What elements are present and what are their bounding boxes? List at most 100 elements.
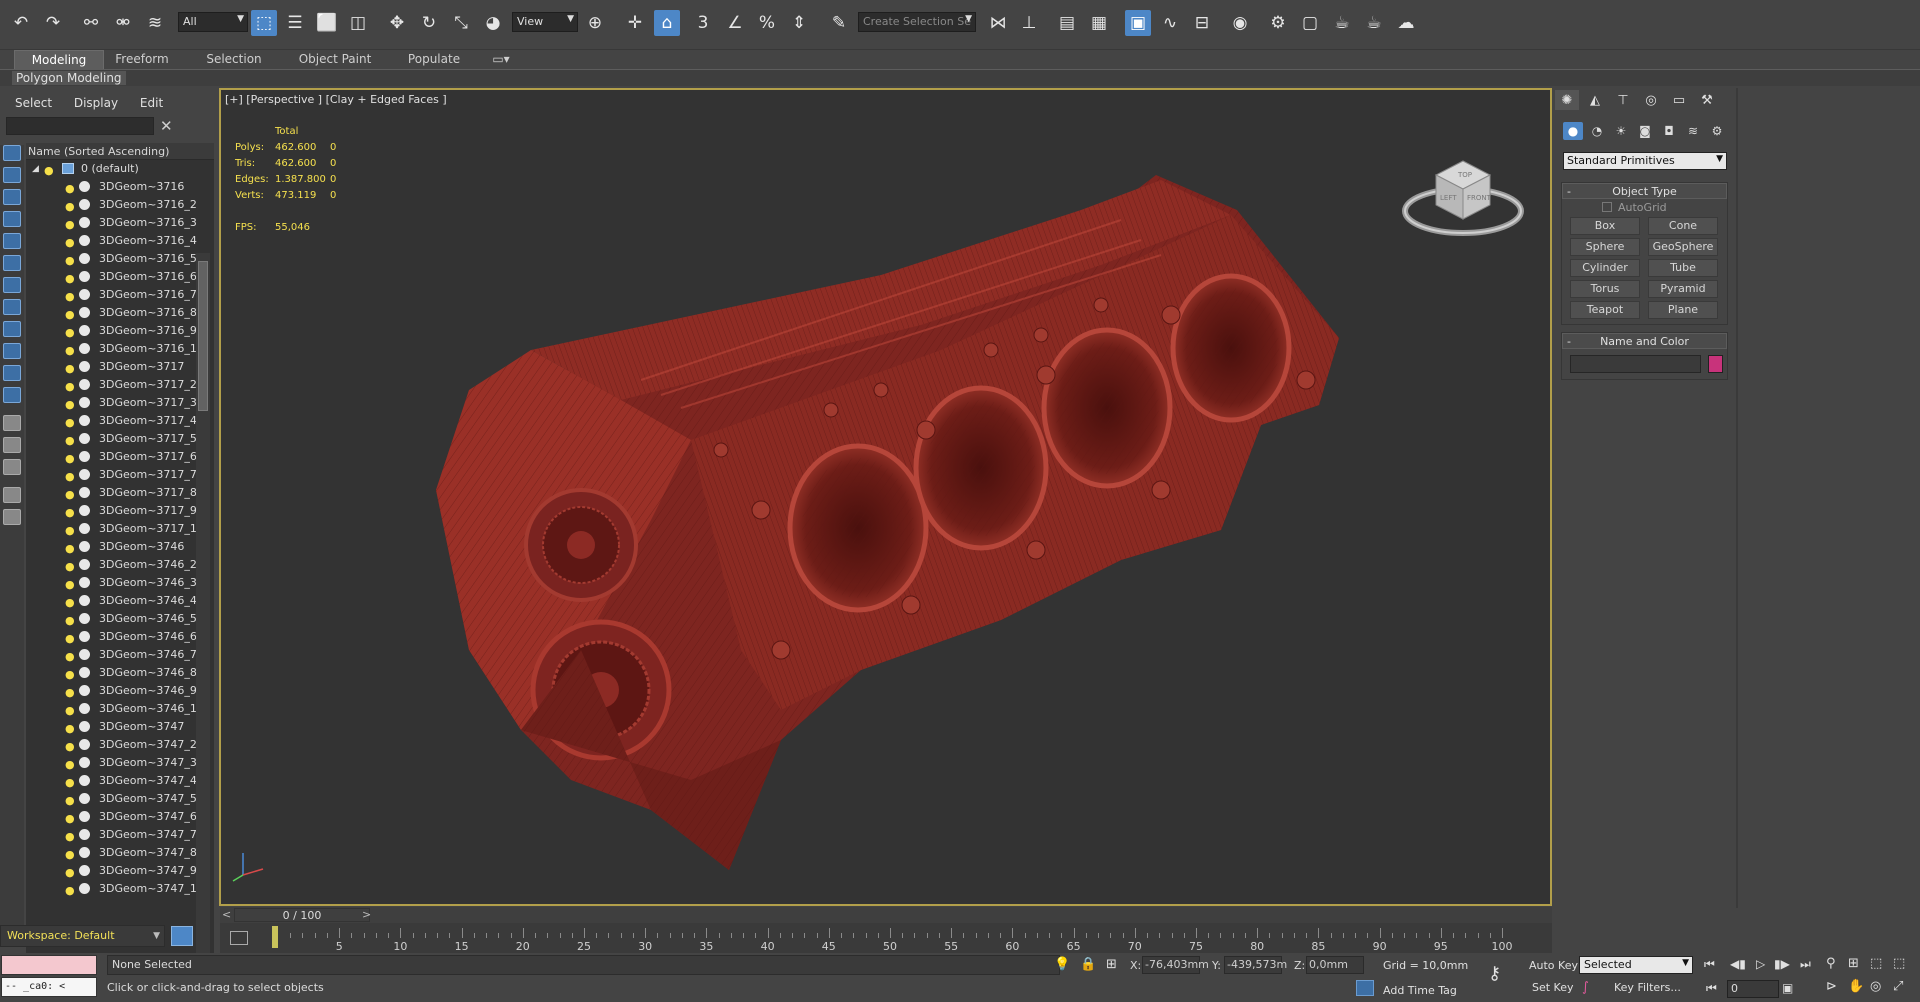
schematic-view-icon[interactable]: ⊟ <box>1189 10 1215 36</box>
spinner-snap-icon[interactable]: ⇕ <box>786 10 812 36</box>
list-item[interactable]: ● 3DGeom~3747_6 <box>26 808 214 826</box>
scene-explorer-icon[interactable]: ▣ <box>1125 10 1151 36</box>
list-item[interactable]: ● 3DGeom~3746 <box>26 538 214 556</box>
reference-coordinate-dropdown[interactable]: View ▼ <box>512 12 578 32</box>
list-item[interactable]: ● 3DGeom~3746_7 <box>26 646 214 664</box>
name-column-header[interactable]: Name (Sorted Ascending) <box>26 143 214 160</box>
zoom-all-icon[interactable]: ⊞ <box>1848 956 1859 971</box>
tab-modify-icon[interactable]: ◭ <box>1583 90 1607 110</box>
add-time-tag[interactable]: Add Time Tag <box>1383 984 1457 997</box>
tube-button[interactable]: Tube <box>1648 259 1718 277</box>
list-item[interactable]: ● 3DGeom~3716_4 <box>26 232 214 250</box>
tab-motion-icon[interactable]: ◎ <box>1639 90 1663 110</box>
current-frame-marker[interactable] <box>272 926 278 948</box>
list-item[interactable]: ● 3DGeom~3717_7 <box>26 466 214 484</box>
default-tangent-icon[interactable]: ∫ <box>1582 980 1589 995</box>
list-item[interactable]: ● 3DGeom~3717_10 <box>26 520 214 538</box>
clear-search-icon[interactable]: ✕ <box>160 117 173 135</box>
y-coordinate-field[interactable]: -439,573m <box>1224 956 1287 974</box>
menu-select[interactable]: Select <box>15 96 52 110</box>
list-item[interactable]: ● 3DGeom~3716_3 <box>26 214 214 232</box>
tab-create-icon[interactable]: ✺ <box>1555 90 1579 110</box>
find-icon[interactable] <box>3 509 21 525</box>
percent-snap-icon[interactable]: % <box>754 10 780 36</box>
previous-frame-icon[interactable]: ◀▮ <box>1730 957 1746 971</box>
auto-key-button[interactable]: Auto Key <box>1529 959 1578 972</box>
sphere-button[interactable]: Sphere <box>1570 238 1640 256</box>
go-to-start-icon[interactable]: ⏮ <box>1704 957 1715 972</box>
pivot-center-icon[interactable]: ⊕ <box>582 10 608 36</box>
current-frame-field[interactable]: 0 <box>1727 980 1779 998</box>
link-icon[interactable]: ⚯ <box>78 10 104 36</box>
list-item[interactable]: ● 3DGeom~3716_2 <box>26 196 214 214</box>
display-frozen-icon[interactable] <box>3 387 21 403</box>
list-item[interactable]: ● 3DGeom~3716_7 <box>26 286 214 304</box>
tab-populate[interactable]: Populate <box>398 50 470 69</box>
viewcube[interactable]: TOP LEFT FRONT <box>1398 143 1528 253</box>
x-coordinate-field[interactable]: -76,403mm <box>1142 956 1209 974</box>
autogrid-checkbox[interactable]: AutoGrid <box>1602 201 1667 214</box>
key-mode-dropdown[interactable]: Selected ▼ <box>1579 956 1693 974</box>
lights-icon[interactable]: ☀ <box>1611 122 1631 140</box>
next-frame-icon[interactable]: ▮▶ <box>1774 957 1790 971</box>
time-tag-icon[interactable] <box>1356 980 1374 996</box>
plane-button[interactable]: Plane <box>1648 301 1718 319</box>
collapse-arrow-icon[interactable]: ◢ <box>32 160 39 178</box>
rendered-frame-window-icon[interactable]: ▢ <box>1297 10 1323 36</box>
pyramid-button[interactable]: Pyramid <box>1648 280 1718 298</box>
orbit-icon[interactable]: ◎ <box>1870 979 1881 994</box>
tab-display-icon[interactable]: ▭ <box>1667 90 1691 110</box>
list-item[interactable]: ● 3DGeom~3716_10 <box>26 340 214 358</box>
named-selection-sets-dropdown[interactable]: Create Selection Se ▼ <box>858 12 976 32</box>
window-crossing-icon[interactable]: ◫ <box>345 10 371 36</box>
render-setup-icon[interactable]: ⚙ <box>1265 10 1291 36</box>
tab-modeling[interactable]: Modeling <box>14 50 104 69</box>
list-item[interactable]: ● 3DGeom~3717_6 <box>26 448 214 466</box>
next-frame-icon[interactable]: > <box>362 908 371 921</box>
polygon-modeling-label[interactable]: Polygon Modeling <box>12 71 126 85</box>
list-item[interactable]: ● 3DGeom~3746_5 <box>26 610 214 628</box>
zoom-extents-all-icon[interactable]: ⬚ <box>1893 956 1905 971</box>
display-groups-icon[interactable] <box>3 299 21 315</box>
teapot-button[interactable]: Teapot <box>1570 301 1640 319</box>
pan-view-icon[interactable]: ✋ <box>1848 979 1864 994</box>
list-item[interactable]: ● 3DGeom~3717_5 <box>26 430 214 448</box>
cone-button[interactable]: Cone <box>1648 217 1718 235</box>
object-color-swatch[interactable] <box>1708 355 1723 373</box>
scene-search-input[interactable] <box>6 117 154 135</box>
key-filters-button[interactable]: Key Filters... <box>1614 981 1681 994</box>
display-lights-icon[interactable] <box>3 211 21 227</box>
select-all-icon[interactable] <box>3 415 21 431</box>
filter-icon[interactable] <box>3 487 21 503</box>
select-none-icon[interactable] <box>3 437 21 453</box>
list-item[interactable]: ● 3DGeom~3716_6 <box>26 268 214 286</box>
time-configuration-icon[interactable]: ▣ <box>1782 981 1793 995</box>
torus-button[interactable]: Torus <box>1570 280 1640 298</box>
tab-selection[interactable]: Selection <box>194 50 274 69</box>
list-item[interactable]: ● 3DGeom~3717_3 <box>26 394 214 412</box>
maxscript-listener-input[interactable]: -- _ca0: < <box>1 977 97 997</box>
list-item[interactable]: ● 3DGeom~3716_8 <box>26 304 214 322</box>
display-helpers-icon[interactable] <box>3 255 21 271</box>
display-xrefs-icon[interactable] <box>3 321 21 337</box>
geometry-icon[interactable]: ● <box>1563 122 1583 140</box>
display-none-icon[interactable] <box>3 145 21 161</box>
workspace-dropdown[interactable]: Workspace: Default ▼ <box>0 925 165 947</box>
scale-icon[interactable]: ⤡ <box>448 10 474 36</box>
list-item[interactable]: ● 3DGeom~3746_3 <box>26 574 214 592</box>
scene-list-scrollbar[interactable] <box>196 253 210 993</box>
go-to-end-icon[interactable]: ⏭ <box>1800 957 1811 972</box>
list-item[interactable]: ● 3DGeom~3716_5 <box>26 250 214 268</box>
play-icon[interactable]: ▷ <box>1756 957 1765 971</box>
set-key-button[interactable]: Set Key <box>1532 981 1574 994</box>
select-manipulate-icon[interactable]: ✛ <box>622 10 648 36</box>
render-iterative-icon[interactable]: ☕ <box>1361 10 1387 36</box>
z-coordinate-field[interactable]: 0,0mm <box>1306 956 1364 974</box>
cylinder-button[interactable]: Cylinder <box>1570 259 1640 277</box>
display-containers-icon[interactable] <box>3 365 21 381</box>
field-of-view-icon[interactable]: ⊳ <box>1826 979 1837 994</box>
key-icon[interactable]: ⚷ <box>1488 963 1501 984</box>
select-object-icon[interactable]: ⬚ <box>251 10 277 36</box>
ribbon-options-icon[interactable]: ▭▾ <box>486 50 516 69</box>
list-item[interactable]: ● 3DGeom~3746_2 <box>26 556 214 574</box>
